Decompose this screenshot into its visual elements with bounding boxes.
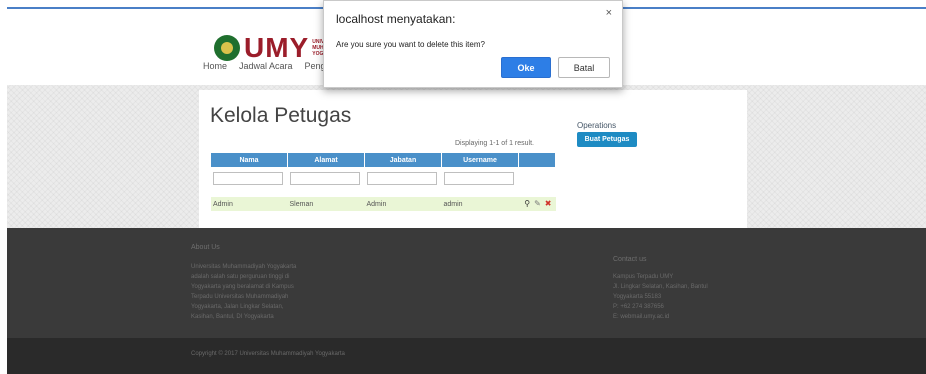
footer-contact-text: Kampus Terpadu UMY Jl. Lingkar Selatan, …: [613, 272, 708, 322]
column-header-actions: [518, 153, 556, 167]
filter-jabatan-input[interactable]: [366, 171, 437, 185]
site-footer: About Us Universitas Muhammadiyah Yogyak…: [7, 228, 926, 374]
footer-about-line: Universitas Muhammadiyah Yogyakarta: [191, 264, 297, 270]
create-petugas-button[interactable]: Buat Petugas: [577, 132, 637, 147]
grid-header-row: Nama Alamat Jabatan Username: [211, 153, 556, 167]
column-header-jabatan[interactable]: Jabatan: [364, 153, 442, 167]
umy-logo[interactable]: UMY UNIVERS MUHAM YOGYAK: [214, 32, 334, 64]
close-icon[interactable]: ×: [606, 7, 612, 19]
edit-icon[interactable]: ✎: [534, 200, 541, 208]
footer-about-line: Yogyakarta, Jalan Lingkar Selatan,: [191, 304, 284, 310]
filter-nama-input[interactable]: [213, 171, 283, 185]
umy-seal-icon: [214, 35, 240, 61]
nav-item-jadwal-acara[interactable]: Jadwal Acara: [239, 61, 293, 71]
page-title: Kelola Petugas: [210, 104, 352, 127]
cell-username: admin: [441, 197, 519, 211]
filter-alamat-input[interactable]: [289, 171, 360, 185]
table-row: Admin Sleman Admin admin ⚲ ✎ ✖: [211, 197, 556, 211]
footer-copyright-band: Copyright © 2017 Universitas Muhammadiya…: [7, 338, 926, 374]
footer-copyright: Copyright © 2017 Universitas Muhammadiya…: [191, 351, 345, 357]
footer-about-line: adalah salah satu perguruan tinggi di: [191, 274, 290, 280]
cell-alamat: Sleman: [287, 197, 365, 211]
logo-text: UMY: [244, 32, 310, 63]
cell-actions: ⚲ ✎ ✖: [518, 197, 556, 211]
footer-contact-line: P: +62 274 387656: [613, 304, 664, 310]
content-panel: Kelola Petugas Displaying 1-1 of 1 resul…: [199, 90, 747, 228]
footer-about-line: Terpadu Universitas Muhammadiyah: [191, 294, 289, 300]
footer-about-line: Kasihan, Bantul, DI Yogyakarta: [191, 314, 274, 320]
dialog-title: localhost menyatakan:: [336, 12, 456, 26]
footer-contact-line: Kampus Terpadu UMY: [613, 274, 674, 280]
dialog-message: Are you sure you want to delete this ite…: [336, 40, 485, 49]
footer-about-text: Universitas Muhammadiyah Yogyakarta adal…: [191, 262, 296, 322]
nav-item-home[interactable]: Home: [203, 61, 227, 71]
petugas-grid: Nama Alamat Jabatan Username Admin Slema…: [211, 153, 556, 211]
main-nav: Home Jadwal Acara Penggu: [203, 61, 336, 71]
footer-contact-line: Yogyakarta 55183: [613, 294, 662, 300]
filter-row: [211, 167, 556, 189]
filter-username-input[interactable]: [443, 171, 514, 185]
cell-jabatan: Admin: [364, 197, 442, 211]
confirm-dialog: localhost menyatakan: × Are you sure you…: [323, 0, 623, 88]
column-header-alamat[interactable]: Alamat: [287, 153, 365, 167]
delete-icon[interactable]: ✖: [545, 200, 552, 208]
result-summary: Displaying 1-1 of 1 result.: [455, 140, 534, 147]
column-header-nama[interactable]: Nama: [211, 153, 288, 167]
cancel-button[interactable]: Batal: [558, 57, 610, 78]
footer-contact-line: E: webmail.umy.ac.id: [613, 314, 670, 320]
cell-nama: Admin: [211, 197, 288, 211]
footer-contact-title: Contact us: [613, 256, 647, 263]
footer-about-title: About Us: [191, 244, 220, 251]
ok-button[interactable]: Oke: [501, 57, 551, 78]
footer-about-line: Yogyakarta yang beralamat di Kampus: [191, 284, 294, 290]
column-header-username[interactable]: Username: [441, 153, 519, 167]
view-icon[interactable]: ⚲: [524, 200, 530, 208]
operations-title: Operations: [577, 121, 617, 130]
footer-contact-line: Jl. Lingkar Selatan, Kasihan, Bantul: [613, 284, 708, 290]
